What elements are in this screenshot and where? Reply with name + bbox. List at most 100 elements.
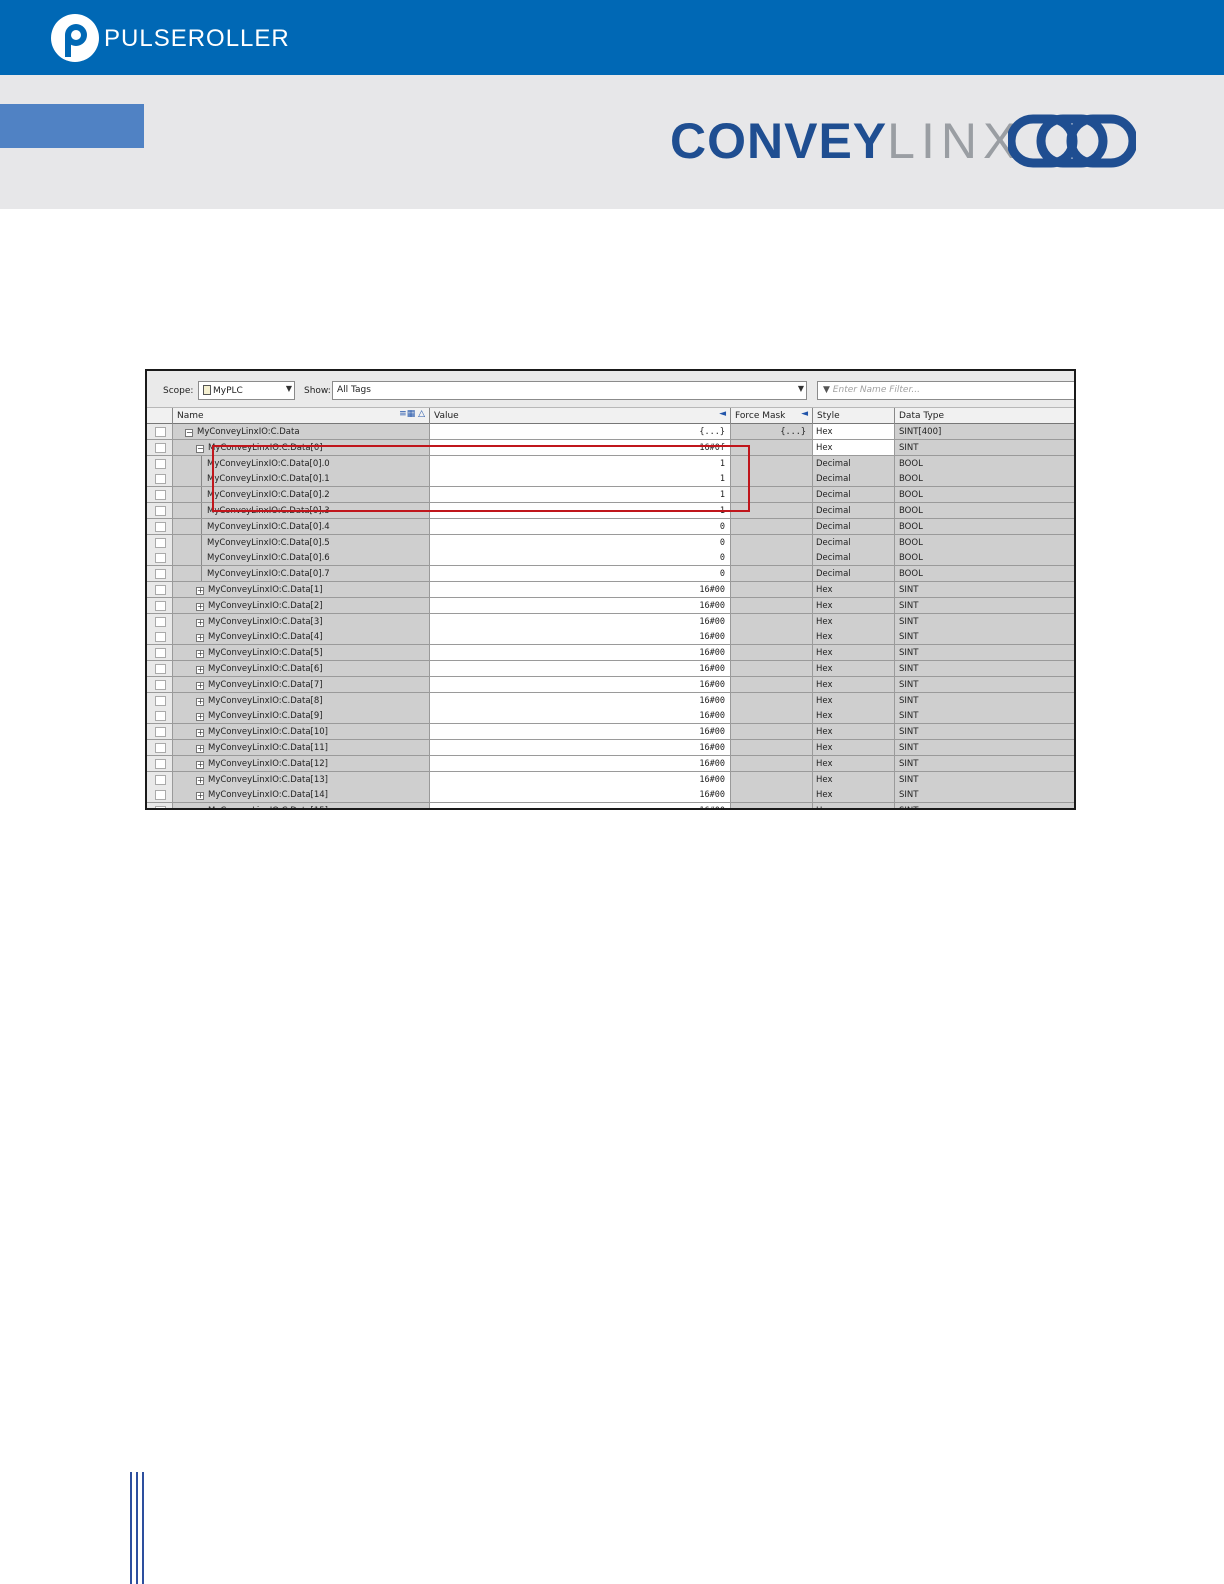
row-checkbox[interactable] xyxy=(155,474,166,485)
force-mask-cell[interactable] xyxy=(731,645,813,661)
force-mask-cell[interactable] xyxy=(731,566,813,582)
style-cell[interactable]: Hex xyxy=(813,439,895,455)
row-checkbox[interactable] xyxy=(155,632,166,643)
expand-icon[interactable]: + xyxy=(196,729,204,738)
tag-name-cell[interactable]: + MyConveyLinxIO:C.Data[11] xyxy=(173,740,430,755)
tag-name-cell[interactable]: MyConveyLinxIO:C.Data[0].4 xyxy=(173,518,430,534)
row-select-cell[interactable] xyxy=(147,740,173,755)
tag-value-cell[interactable]: 1 xyxy=(430,455,731,471)
tag-value-cell[interactable]: 16#00 xyxy=(430,755,731,771)
force-mask-cell[interactable] xyxy=(731,740,813,755)
row-checkbox[interactable] xyxy=(155,490,166,501)
row-checkbox[interactable] xyxy=(155,458,166,469)
table-row[interactable]: MyConveyLinxIO:C.Data[0].0 1 Decimal BOOL xyxy=(147,455,1074,472)
table-row[interactable]: + MyConveyLinxIO:C.Data[2] 16#00 Hex SINT xyxy=(147,597,1074,614)
header-style[interactable]: Style xyxy=(813,408,895,424)
table-row[interactable]: MyConveyLinxIO:C.Data[0].3 1 Decimal BOOL xyxy=(147,503,1074,519)
tag-value-cell[interactable]: 16#0f xyxy=(430,439,731,455)
row-select-cell[interactable] xyxy=(147,661,173,676)
row-select-cell[interactable] xyxy=(147,550,173,566)
table-row[interactable]: MyConveyLinxIO:C.Data[0].1 1 Decimal BOOL xyxy=(147,471,1074,488)
force-mask-cell[interactable] xyxy=(731,661,813,676)
table-row[interactable]: + MyConveyLinxIO:C.Data[10] 16#00 Hex SINT xyxy=(147,724,1074,740)
table-row[interactable]: + MyConveyLinxIO:C.Data[11] 16#00 Hex SINT xyxy=(147,740,1074,756)
force-mask-cell[interactable] xyxy=(731,550,813,566)
tag-value-cell[interactable]: 16#00 xyxy=(430,597,731,613)
tag-name-cell[interactable]: MyConveyLinxIO:C.Data[0].6 xyxy=(173,550,430,566)
style-cell[interactable]: Hex xyxy=(813,724,895,740)
expand-icon[interactable]: + xyxy=(196,681,204,690)
row-checkbox[interactable] xyxy=(155,790,166,801)
table-row[interactable]: + MyConveyLinxIO:C.Data[8] 16#00 Hex SINT xyxy=(147,692,1074,709)
row-checkbox[interactable] xyxy=(155,616,166,627)
tag-name-cell[interactable]: − MyConveyLinxIO:C.Data xyxy=(173,424,430,439)
tag-name-cell[interactable]: + MyConveyLinxIO:C.Data[4] xyxy=(173,629,430,645)
row-select-cell[interactable] xyxy=(147,708,173,724)
row-checkbox[interactable] xyxy=(155,521,166,532)
tag-value-cell[interactable]: 16#00 xyxy=(430,676,731,692)
table-row[interactable]: + MyConveyLinxIO:C.Data[4] 16#00 Hex SINT xyxy=(147,629,1074,646)
style-cell[interactable]: Decimal xyxy=(813,455,895,471)
force-mask-cell[interactable] xyxy=(731,676,813,692)
table-row[interactable]: + MyConveyLinxIO:C.Data[6] 16#00 Hex SINT xyxy=(147,661,1074,677)
row-checkbox[interactable] xyxy=(155,553,166,564)
table-row[interactable]: MyConveyLinxIO:C.Data[0].7 0 Decimal BOOL xyxy=(147,566,1074,582)
tag-name-cell[interactable]: MyConveyLinxIO:C.Data[0].2 xyxy=(173,487,430,503)
tag-value-cell[interactable]: 0 xyxy=(430,566,731,582)
style-cell[interactable]: Hex xyxy=(813,787,895,803)
force-mask-cell[interactable] xyxy=(731,787,813,803)
style-cell[interactable]: Decimal xyxy=(813,471,895,487)
tag-value-cell[interactable]: 16#00 xyxy=(430,771,731,787)
force-mask-cell[interactable] xyxy=(731,487,813,503)
row-select-cell[interactable] xyxy=(147,645,173,661)
collapse-icon[interactable]: − xyxy=(185,429,193,437)
tag-name-cell[interactable]: + MyConveyLinxIO:C.Data[9] xyxy=(173,708,430,724)
force-mask-cell[interactable] xyxy=(731,582,813,597)
style-cell[interactable]: Hex xyxy=(813,676,895,692)
table-row[interactable]: MyConveyLinxIO:C.Data[0].5 0 Decimal BOOL xyxy=(147,534,1074,551)
tag-name-cell[interactable]: + MyConveyLinxIO:C.Data[15] xyxy=(173,803,430,808)
row-checkbox[interactable] xyxy=(155,648,166,659)
row-select-cell[interactable] xyxy=(147,676,173,692)
row-checkbox[interactable] xyxy=(155,664,166,674)
expand-icon[interactable]: + xyxy=(196,697,204,706)
force-mask-cell[interactable] xyxy=(731,503,813,518)
style-cell[interactable]: Decimal xyxy=(813,487,895,503)
row-checkbox[interactable] xyxy=(155,679,166,690)
row-checkbox[interactable] xyxy=(155,537,166,548)
tag-name-cell[interactable]: + MyConveyLinxIO:C.Data[7] xyxy=(173,676,430,692)
tag-name-cell[interactable]: − MyConveyLinxIO:C.Data[0] xyxy=(173,439,430,455)
row-select-cell[interactable] xyxy=(147,692,173,708)
tag-value-cell[interactable]: 16#00 xyxy=(430,629,731,645)
scope-select[interactable]: MyPLC ▼ xyxy=(198,381,295,400)
table-row[interactable]: + MyConveyLinxIO:C.Data[14] 16#00 Hex SINT xyxy=(147,787,1074,804)
row-checkbox[interactable] xyxy=(155,774,166,785)
tag-name-cell[interactable]: + MyConveyLinxIO:C.Data[8] xyxy=(173,692,430,708)
style-cell[interactable]: Decimal xyxy=(813,534,895,550)
style-cell[interactable]: Hex xyxy=(813,740,895,755)
header-data-type[interactable]: Data Type xyxy=(895,408,1074,424)
force-mask-cell[interactable] xyxy=(731,708,813,724)
tag-value-cell[interactable]: 16#00 xyxy=(430,645,731,661)
expand-icon[interactable]: + xyxy=(196,650,204,659)
row-select-cell[interactable] xyxy=(147,755,173,771)
style-cell[interactable]: Hex xyxy=(813,803,895,808)
expand-icon[interactable]: + xyxy=(196,602,204,611)
expand-icon[interactable]: + xyxy=(196,666,204,674)
tag-name-cell[interactable]: MyConveyLinxIO:C.Data[0].1 xyxy=(173,471,430,487)
tag-value-cell[interactable]: {...} xyxy=(430,424,731,439)
name-filter-input[interactable]: ▼ Enter Name Filter... xyxy=(817,381,1074,400)
tag-value-cell[interactable]: 16#00 xyxy=(430,740,731,755)
tag-name-cell[interactable]: + MyConveyLinxIO:C.Data[2] xyxy=(173,597,430,613)
show-select[interactable]: All Tags ▼ xyxy=(332,381,807,400)
row-select-cell[interactable] xyxy=(147,503,173,518)
collapse-icon[interactable]: − xyxy=(196,444,204,453)
tag-value-cell[interactable]: 16#00 xyxy=(430,613,731,629)
row-select-cell[interactable] xyxy=(147,534,173,550)
row-checkbox[interactable] xyxy=(155,569,166,580)
tag-value-cell[interactable]: 0 xyxy=(430,518,731,534)
header-name[interactable]: Name ≡▦ △ xyxy=(173,408,430,424)
tag-value-cell[interactable]: 16#00 xyxy=(430,724,731,740)
expand-icon[interactable]: + xyxy=(196,776,204,785)
row-checkbox[interactable] xyxy=(155,758,166,769)
